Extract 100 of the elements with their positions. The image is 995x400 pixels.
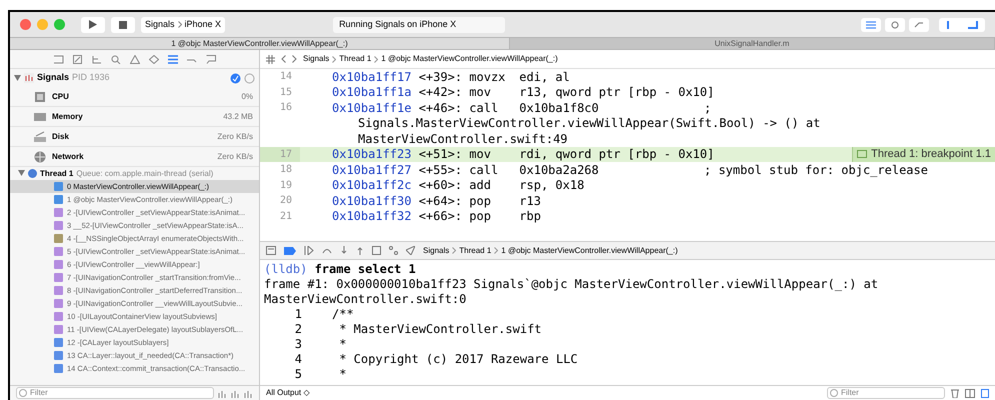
tab[interactable]: UnixSignalHandler.m <box>510 38 995 49</box>
line-number: 5 <box>294 367 302 382</box>
app-icon <box>24 73 34 83</box>
process-id: PID 1936 <box>72 71 110 84</box>
line-number: 16 <box>278 101 293 116</box>
path-item[interactable]: Signals <box>303 53 330 65</box>
grid-icon[interactable] <box>266 54 275 64</box>
bottom-panel-icon <box>968 20 978 28</box>
line-number: 21 <box>278 210 293 224</box>
bars-icon[interactable] <box>218 388 227 398</box>
tab[interactable]: 1 @objc MasterViewController.viewWillAppear(_:) <box>10 38 510 49</box>
thread-name[interactable]: Thread 1 <box>40 168 74 180</box>
disk-gauge-icon <box>34 130 46 142</box>
version-toggle[interactable] <box>909 18 929 32</box>
code-line: 0x10ba1ff27 <+55>: call 0x10ba2a268 <box>332 162 600 179</box>
code-comment: MasterViewController.swift:49 <box>357 130 568 148</box>
console-view-icon[interactable] <box>981 388 989 398</box>
gauge-value: Zero KB/s <box>217 150 253 162</box>
filter-icon <box>830 389 838 397</box>
split-view-icon[interactable] <box>965 388 975 398</box>
circle-icon[interactable] <box>244 72 255 84</box>
source-line: * Copyright (c) 2017 Razeware LLC <box>338 352 578 367</box>
stop-icon <box>119 20 127 28</box>
chevron-icon <box>178 21 182 28</box>
process-name: Signals <box>37 71 70 84</box>
gauge-label[interactable]: CPU <box>52 90 69 102</box>
path-item[interactable]: Thread 1 <box>459 244 492 256</box>
breakpoints-toggle-icon[interactable] <box>284 246 296 254</box>
navigator-toggle[interactable] <box>861 18 881 32</box>
filter-field[interactable]: Filter <box>16 387 214 399</box>
path-item[interactable]: Thread 1 <box>339 53 372 65</box>
line-number: 19 <box>278 178 293 193</box>
assistant-toggle[interactable] <box>885 18 905 32</box>
cpu-gauge-icon <box>34 90 46 102</box>
chevron-icon <box>374 56 378 62</box>
chevron-icon <box>332 56 336 62</box>
source-line: /** <box>331 307 354 322</box>
hide-console-icon[interactable] <box>266 246 276 255</box>
step-into-icon[interactable] <box>340 246 348 255</box>
source-line: * <box>338 367 346 382</box>
bars-icon[interactable] <box>231 388 240 398</box>
output-selector[interactable]: All Output ◇ <box>266 387 310 399</box>
view-debugger-icon[interactable] <box>372 246 381 255</box>
memory-graph-icon[interactable] <box>389 246 398 255</box>
run-button[interactable] <box>81 16 105 32</box>
line-number: 3 <box>294 337 302 352</box>
trash-icon[interactable] <box>951 388 959 398</box>
filter-icon <box>19 389 27 397</box>
line-number: 14 <box>278 70 293 84</box>
debug-navigator-icon[interactable] <box>168 54 178 64</box>
disclosure-triangle-icon[interactable] <box>14 75 21 81</box>
line-number: 4 <box>294 352 302 367</box>
activity-view: Running Signals on iPhone X <box>333 16 506 32</box>
source-line: * <box>338 337 346 352</box>
code-comment: Signals.MasterViewController.viewWillAppear(Swift.Bool) -> () at <box>357 115 820 132</box>
stop-button[interactable] <box>111 16 135 32</box>
path-item[interactable]: 1 @objc MasterViewController.viewWillAppear(_:) <box>501 244 678 256</box>
memory-gauge-icon <box>34 110 46 122</box>
gauge-label[interactable]: Disk <box>52 130 69 142</box>
diamond-icon[interactable] <box>148 54 158 64</box>
chevron-icon <box>452 247 456 254</box>
line-number: 15 <box>278 86 293 100</box>
console-output: frame #1: 0x000000010ba1ff23 Signals`@objc MasterViewController.viewWillAppear(_:) at <box>264 277 880 292</box>
path-item[interactable]: Signals <box>423 244 450 256</box>
back-icon[interactable] <box>281 55 286 63</box>
line-number: 17 <box>260 146 300 162</box>
location-icon[interactable] <box>406 246 415 255</box>
path-item[interactable]: 1 @objc MasterViewController.viewWillAppear(_:) <box>381 53 558 65</box>
annotation-text: Thread 1: breakpoint 1.1 <box>871 147 991 162</box>
source-line: * MasterViewController.swift <box>338 322 542 337</box>
gauge-label[interactable]: Network <box>52 150 84 162</box>
code-line: 0x10ba1ff30 <+64>: pop r13 <box>332 192 542 210</box>
thread-queue: Queue: com.apple.main-thread (serial) <box>76 168 214 180</box>
step-out-icon[interactable] <box>356 246 364 255</box>
warning-icon[interactable] <box>130 54 140 64</box>
code-comment: ; symbol stub for: objc_release <box>703 162 928 179</box>
code-line: 0x10ba1ff1e <+46>: call 0x10ba1f8c0 <box>332 100 600 117</box>
thread-icon <box>28 169 37 178</box>
gauge-label[interactable]: Memory <box>52 110 83 122</box>
code-line: 0x10ba1ff32 <+66>: pop rbp <box>332 208 542 226</box>
close-button[interactable] <box>20 19 31 30</box>
bars-icon[interactable] <box>244 388 253 398</box>
forward-icon[interactable] <box>292 55 297 63</box>
line-number: 20 <box>278 194 293 208</box>
symbol-icon[interactable] <box>72 54 82 64</box>
code-comment: ; <box>703 100 712 117</box>
filter-field[interactable]: Filter <box>827 387 945 399</box>
disclosure-triangle-icon[interactable] <box>18 170 25 177</box>
code-line: 0x10ba1ff17 <+39>: movzx edi, al <box>332 69 571 86</box>
continue-icon[interactable] <box>304 246 314 255</box>
play-icon <box>89 20 97 29</box>
panel-toggle[interactable] <box>939 18 985 32</box>
search-icon[interactable] <box>110 54 120 64</box>
line-number: 18 <box>278 163 293 178</box>
code-line: 0x10ba1ff23 <+51>: mov rdi, qword ptr [rbp - 0x10] <box>332 146 714 164</box>
scheme-selector[interactable]: Signals iPhone X <box>141 16 226 32</box>
step-over-icon[interactable] <box>322 246 332 255</box>
chevron-icon <box>494 247 498 254</box>
console-command: (lldb) frame select 1 <box>264 262 417 277</box>
line-number: 2 <box>294 322 302 337</box>
